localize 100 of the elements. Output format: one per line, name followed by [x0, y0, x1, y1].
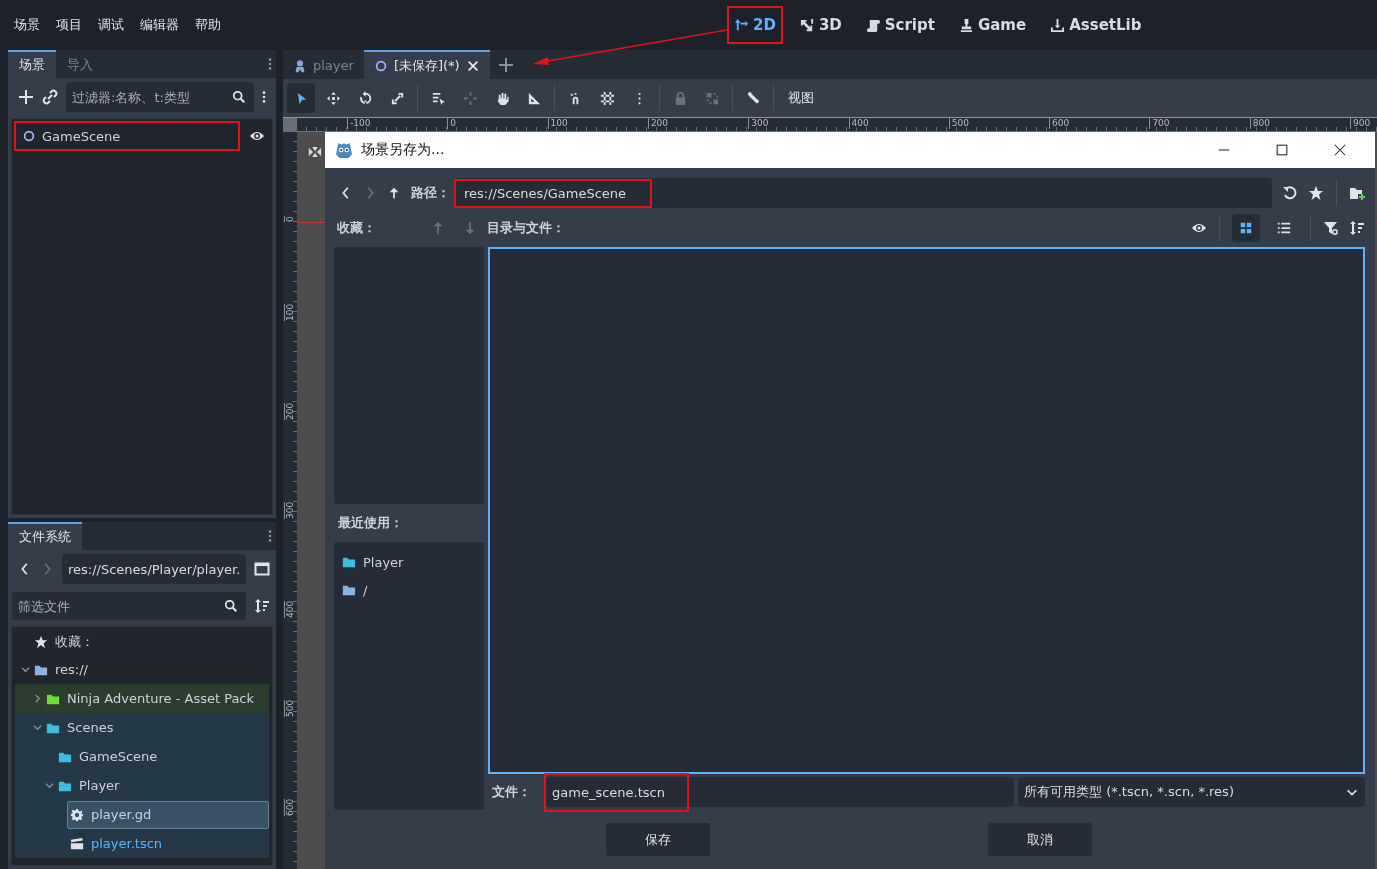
download-icon [1050, 17, 1066, 33]
filter-field[interactable]: 过滤器:名称、t:类型 [66, 82, 254, 112]
save-button[interactable]: 保存 [606, 823, 710, 856]
menu-item[interactable]: 项目 [56, 16, 82, 34]
scene-tab[interactable]: [未保存](*) [363, 50, 490, 79]
star-icon [34, 635, 48, 649]
main-screen-tab[interactable]: Game [953, 8, 1032, 42]
dock-tab[interactable]: 场景 [8, 50, 56, 78]
node-name: GameScene [42, 128, 121, 144]
more-icon[interactable] [262, 90, 266, 104]
file-name: GameScene [79, 749, 158, 764]
window-icon[interactable] [254, 561, 270, 577]
grid-icon [1239, 221, 1253, 235]
add-icon[interactable] [497, 56, 514, 73]
menu-item[interactable]: 编辑器 [140, 16, 179, 34]
file-name: player.gd [91, 807, 152, 822]
search-icon [224, 599, 238, 613]
file-name: res:// [55, 662, 88, 677]
robot-icon [335, 141, 353, 159]
3d-icon [799, 17, 815, 33]
ruler-label: 200 [647, 118, 669, 129]
scene-tab[interactable]: player [283, 50, 364, 79]
up-arrow-icon[interactable] [387, 186, 401, 200]
search-icon [232, 90, 246, 104]
directories-label: 目录与文件： [487, 219, 565, 237]
ruler-label: 600 [1049, 118, 1070, 129]
sort-icon[interactable] [1349, 220, 1365, 236]
main-screen-tab[interactable]: 3D [794, 8, 847, 42]
favorites-label: 收藏： [337, 219, 377, 237]
file-tree-item[interactable]: player.gd [67, 800, 269, 829]
ruler-label: 100 [547, 118, 568, 129]
folder-name: / [363, 582, 368, 598]
chevron-right-icon[interactable] [32, 694, 42, 703]
file-tree-item[interactable]: res:// [31, 655, 269, 684]
character-icon [293, 58, 307, 73]
menu-item[interactable]: 调试 [98, 16, 124, 34]
grid-view-button[interactable] [1232, 214, 1260, 242]
script-icon [865, 17, 881, 33]
node-icon [22, 129, 36, 143]
file-type-dropdown[interactable]: 所有可用类型 (*.tscn, *.scn, *.res) [1018, 777, 1365, 807]
close-icon[interactable] [465, 58, 480, 73]
ruler-label: -100 [347, 118, 371, 129]
path-field[interactable]: res://Scenes/GameScene [456, 178, 1272, 208]
ruler-label: 200 [284, 402, 296, 420]
dock-tab[interactable]: 导入 [56, 50, 104, 78]
recent-label: 最近使用： [338, 514, 403, 532]
more-icon[interactable] [268, 57, 272, 71]
ruler-label: 300 [284, 501, 296, 519]
file-name: Player [79, 778, 120, 793]
chevron-down-icon[interactable] [20, 665, 30, 674]
close-icon[interactable] [1333, 143, 1347, 157]
ruler-label: 900 [1350, 118, 1371, 129]
filter-icon[interactable] [1323, 220, 1339, 236]
add-icon[interactable] [18, 89, 34, 105]
main-screen-tab[interactable]: AssetLib [1045, 8, 1147, 42]
cursor-icon[interactable] [287, 83, 315, 113]
ruler-label: 0 [284, 216, 296, 222]
2d-icon [734, 17, 749, 33]
ruler-label: 400 [284, 600, 296, 618]
more-icon[interactable] [268, 529, 272, 543]
ruler-label: 300 [748, 118, 769, 129]
ruler-label: 500 [948, 118, 969, 129]
file-label: 文件： [491, 783, 532, 801]
recent-item[interactable]: Player [334, 548, 484, 576]
game-icon [958, 17, 974, 33]
view-menu[interactable]: 视图 [780, 83, 822, 113]
main-screen-tab[interactable]: Script [860, 8, 940, 42]
chevron-down-icon[interactable] [32, 723, 42, 732]
path-label: 路径： [411, 184, 450, 202]
dock-tab[interactable]: 文件系统 [8, 522, 82, 550]
clapperboard-icon [70, 836, 84, 851]
chevron-down-icon[interactable] [44, 781, 54, 790]
new-folder-icon[interactable] [1349, 185, 1365, 201]
link-icon[interactable] [42, 89, 58, 105]
sort-icon[interactable] [254, 598, 270, 614]
refresh-icon[interactable] [1282, 185, 1298, 201]
file-name-value: game_scene.tscn [546, 774, 687, 810]
ruler-label: 500 [284, 699, 296, 717]
ruler-label: 400 [848, 118, 869, 129]
menu-item[interactable]: 帮助 [195, 16, 221, 34]
path-value: res://Scenes/GameScene [456, 180, 651, 206]
maximize-icon[interactable] [1275, 143, 1289, 157]
star-icon[interactable] [1308, 185, 1324, 201]
menu-item[interactable]: 场景 [14, 16, 40, 34]
path-field[interactable]: res://Scenes/Player/player. [62, 554, 246, 584]
node-icon [373, 58, 388, 73]
list-icon [1277, 221, 1291, 235]
filter-field[interactable]: 筛选文件 [12, 592, 246, 620]
file-name: Scenes [67, 720, 114, 735]
folder-name: Player [363, 554, 404, 570]
cancel-button[interactable]: 取消 [988, 823, 1092, 856]
ruler-label: 100 [284, 303, 296, 321]
dialog-title: 场景另存为... [361, 141, 446, 159]
ruler-label: 0 [447, 118, 457, 129]
favorites-label: 收藏： [55, 633, 94, 651]
ruler-label: 600 [284, 798, 296, 816]
file-name: Ninja Adventure - Asset Pack [67, 691, 255, 706]
origin-icon [308, 145, 322, 159]
recent-item[interactable]: / [334, 576, 484, 604]
main-screen-tab[interactable]: 2D [729, 8, 781, 42]
